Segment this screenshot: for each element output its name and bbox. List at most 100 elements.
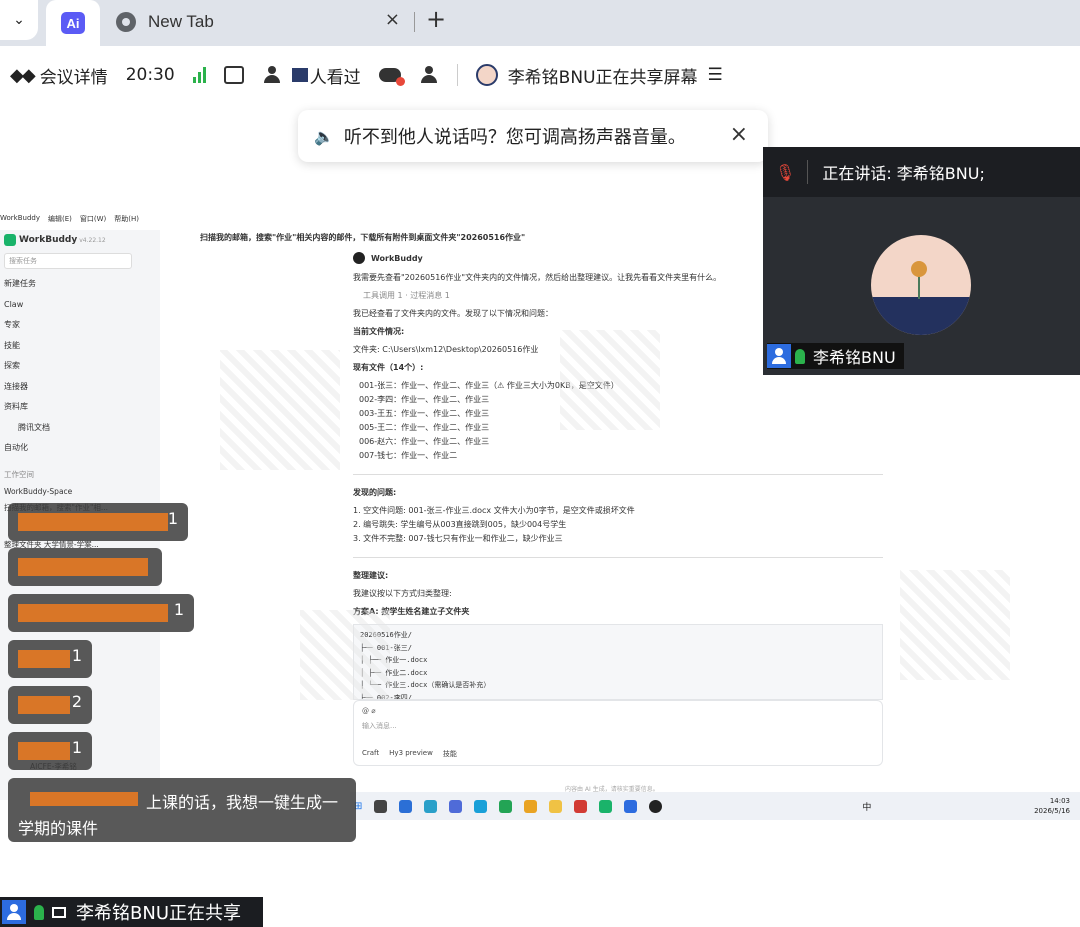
share-link-icon[interactable] — [223, 66, 244, 84]
issue-item: 3. 文件不完整: 007-钱七只有作业一和作业二，缺少作业三 — [353, 534, 563, 543]
speaker-avatar — [871, 235, 971, 335]
skills-button[interactable]: 技能 — [443, 749, 457, 759]
ime-indicator[interactable]: 中 — [862, 800, 871, 813]
chat-bubble-latest[interactable]: 上课的话，我想一键生成一学期的课件 — [8, 778, 356, 842]
model-select[interactable]: Hy3 preview — [389, 749, 433, 759]
workbuddy-icon[interactable] — [599, 799, 613, 813]
redacted-text — [18, 604, 168, 622]
participants-icon[interactable] — [262, 66, 282, 84]
message-count: 1 — [71, 738, 82, 757]
chrome-icon[interactable] — [524, 799, 538, 813]
folder-icon[interactable] — [549, 799, 563, 813]
meeting-time: 20:30 — [125, 65, 175, 85]
signal-strength-icon — [192, 67, 206, 83]
menu-app[interactable]: WorkBuddy — [0, 214, 40, 224]
message-composer[interactable]: @ ⌀ 输入消息... Craft Hy3 preview 技能 — [353, 700, 883, 766]
close-tab-button[interactable]: × — [385, 9, 400, 30]
chat-bubble[interactable]: 2 — [8, 686, 92, 724]
app-icon[interactable] — [449, 799, 463, 813]
app-icon[interactable] — [624, 799, 638, 813]
tab-new-tab[interactable]: New Tab × — [104, 5, 414, 39]
chat-bubble[interactable]: 1 — [8, 732, 92, 770]
nav-tencent-docs[interactable]: 腾讯文档 — [4, 418, 156, 439]
nav-library[interactable]: 资料库 — [4, 397, 156, 418]
code-line: │ ├── 作业一.docx — [360, 656, 428, 664]
nav-explore[interactable]: 探索 — [4, 356, 156, 377]
list-menu-icon[interactable]: ☰ — [708, 65, 723, 85]
viewers-counter[interactable]: 人看过 — [291, 63, 361, 88]
mic-muted-icon[interactable]: 🎙 — [775, 163, 795, 182]
tab-title: New Tab — [148, 12, 214, 31]
chat-bubble[interactable]: 1 — [8, 594, 194, 632]
wechat-icon[interactable] — [499, 799, 513, 813]
tab-divider — [414, 12, 415, 32]
nav-new-task[interactable]: 新建任务 — [4, 274, 156, 295]
nav-experts[interactable]: 专家 — [4, 315, 156, 336]
store-icon[interactable] — [424, 799, 438, 813]
nav-automation[interactable]: 自动化 — [4, 438, 156, 459]
speaker-name: 李希铭BNU — [813, 348, 896, 367]
app-icon[interactable] — [574, 799, 588, 813]
redacted-text — [18, 650, 70, 668]
browser-tab-strip: ⌄ Ai New Tab × + — [0, 0, 1080, 46]
ai-app-icon: Ai — [61, 12, 85, 34]
chat-bubble[interactable]: 1 — [8, 503, 188, 541]
task-title: 扫描我的邮箱，搜索"作业"相关内容的邮件，下载所有附件到桌面文件夹"202605… — [200, 233, 526, 242]
user-icon — [767, 344, 791, 368]
screen-share-icon — [52, 906, 66, 918]
redacted-text — [18, 696, 70, 714]
meeting-details-button[interactable]: ◆◆ 会议详情 — [10, 63, 108, 88]
nav-skills[interactable]: 技能 — [4, 336, 156, 357]
issue-item: 2. 编号跳失: 学生编号从003直接跳到005，缺少004号学生 — [353, 520, 567, 529]
watermark — [900, 570, 1010, 680]
mode-select[interactable]: Craft — [362, 749, 379, 759]
code-line: 20260516作业/ — [360, 629, 876, 642]
menu-edit[interactable]: 编辑(E) — [48, 214, 72, 224]
nav-connectors[interactable]: 连接器 — [4, 377, 156, 398]
speaking-bar: 🎙 正在讲话: 李希铭BNU; — [763, 147, 1080, 197]
message-count: 1 — [71, 646, 82, 665]
nav-claw[interactable]: Claw — [4, 295, 156, 316]
bot-avatar-icon — [353, 252, 365, 264]
sidebar-nav: 新建任务 Claw 专家 技能 探索 连接器 资料库 腾讯文档 自动化 — [0, 272, 160, 461]
sharer-avatar — [475, 64, 498, 86]
meeting-details-label: 会议详情 — [39, 67, 108, 88]
chat-bubble[interactable] — [8, 548, 162, 586]
user-icon — [2, 900, 26, 924]
message-count: 1 — [173, 600, 184, 619]
bottom-share-status: 李希铭BNU正在共享 — [0, 897, 263, 927]
workbuddy-logo-icon — [4, 234, 16, 246]
tab-ai-app[interactable]: Ai — [46, 0, 100, 46]
sharer-status: 李希铭BNU正在共享屏幕 — [507, 67, 698, 88]
menu-help[interactable]: 帮助(H) — [114, 214, 139, 224]
new-tab-button[interactable]: + — [426, 5, 446, 33]
file-item: 007-钱七：作业一、作业二 — [359, 451, 458, 460]
redacted-text — [18, 513, 168, 531]
chat-bubble[interactable]: 1 — [8, 640, 92, 678]
attach-icon[interactable]: @ ⌀ — [354, 701, 882, 721]
cloud-record-icon[interactable] — [378, 68, 405, 86]
plan-a-heading: 方案A: 按学生姓名建立子文件夹 — [353, 607, 470, 616]
meeting-logo-icon: ◆◆ — [10, 64, 36, 86]
message-input[interactable]: 输入消息... — [354, 721, 882, 731]
clock[interactable]: 14:03 2026/5/16 — [1034, 796, 1070, 816]
watermark — [300, 610, 390, 700]
code-line: ├── 001-张三/ — [360, 643, 412, 652]
ai-assistant-icon[interactable] — [419, 66, 439, 84]
media-icon[interactable] — [649, 799, 663, 813]
search-icon[interactable] — [374, 799, 388, 813]
menu-window[interactable]: 窗口(W) — [80, 214, 106, 224]
task-search-input[interactable]: 搜索任务 — [4, 253, 132, 269]
clock-date: 2026/5/16 — [1034, 807, 1070, 815]
clock-time: 14:03 — [1049, 797, 1070, 805]
tab-search-button[interactable]: ⌄ — [0, 0, 38, 40]
close-notice-button[interactable]: × — [730, 122, 748, 147]
watermark — [560, 330, 660, 430]
message-count: 1 — [167, 509, 178, 528]
issue-item: 1. 空文件问题: 001-张三-作业三.docx 文件大小为0字节，是空文件或… — [353, 506, 635, 515]
section-divider — [353, 557, 883, 558]
workspace-name[interactable]: WorkBuddy-Space — [0, 484, 160, 499]
edge-icon[interactable] — [399, 799, 413, 813]
suggest-heading: 整理建议: — [353, 571, 389, 580]
app-icon[interactable] — [474, 799, 488, 813]
